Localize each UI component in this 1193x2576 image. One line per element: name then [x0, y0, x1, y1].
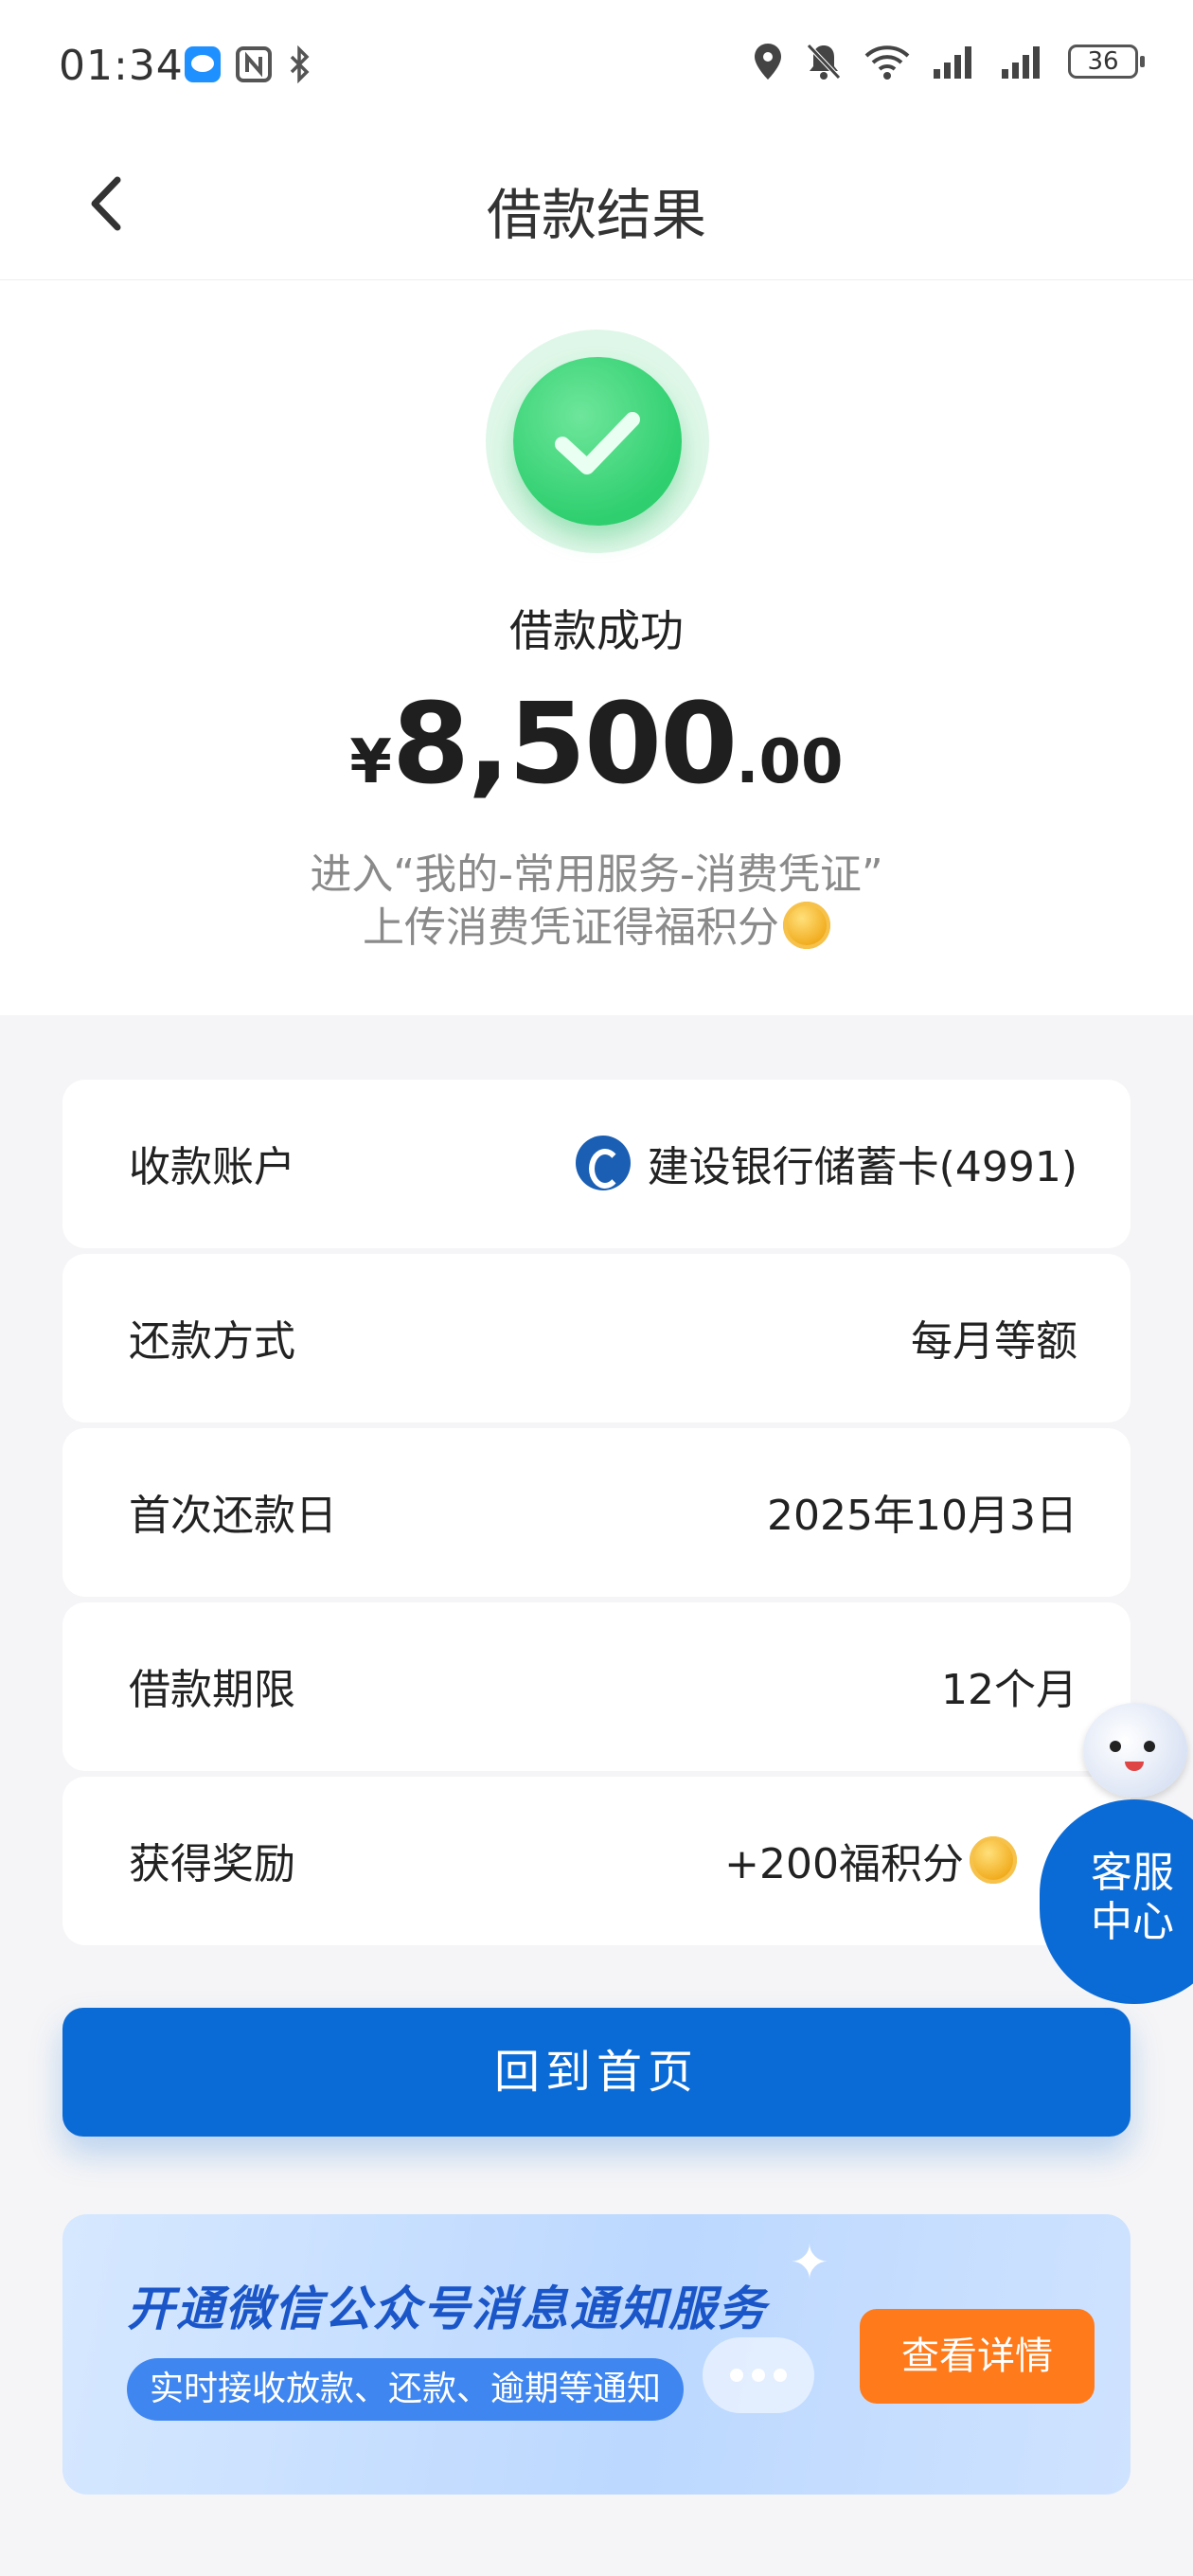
sparkle-icon: ✦ [790, 2235, 829, 2290]
coin-icon [970, 1836, 1017, 1884]
success-check-icon [513, 357, 682, 526]
wifi-icon [864, 45, 910, 80]
row-label: 获得奖励 [129, 1840, 295, 1888]
tip-line-1: 进入“我的-常用服务-消费凭证” [310, 850, 883, 899]
nav-header: 借款结果 [0, 133, 1193, 280]
signal-icon-2 [1002, 46, 1040, 79]
nfc-icon [236, 46, 272, 82]
account-value: 建设银行储蓄卡(4991) [647, 1143, 1077, 1191]
row-value: +200福积分 [724, 1830, 1017, 1890]
status-bar: 01:34 36 [0, 0, 1193, 133]
first-repayment-date-value: 2025年10月3日 [767, 1492, 1077, 1540]
back-to-home-button[interactable]: 回到首页 [62, 2008, 1131, 2137]
voucher-tip: 进入“我的-常用服务-消费凭证” 上传消费凭证得福积分 [0, 849, 1193, 955]
row-receiving-account: 收款账户 建设银行储蓄卡(4991) [62, 1080, 1131, 1248]
wechat-notify-banner[interactable]: ✦ 开通微信公众号消息通知服务 实时接收放款、还款、逾期等通知 查看详情 [62, 2214, 1131, 2495]
row-value: 2025年10月3日 [767, 1481, 1077, 1542]
result-status: 借款成功 [509, 605, 684, 656]
row-value: 12个月 [941, 1655, 1077, 1716]
view-details-button[interactable]: 查看详情 [860, 2309, 1095, 2404]
mute-bell-icon [807, 44, 841, 80]
customer-service-label: 客服 中心 [1091, 1849, 1174, 1947]
currency-symbol: ¥ [349, 727, 392, 797]
banner-title: 开通微信公众号消息通知服务 [127, 2281, 767, 2336]
row-value: 每月等额 [911, 1307, 1077, 1368]
status-time: 01:34 [59, 42, 184, 90]
row-repayment-method: 还款方式 每月等额 [62, 1254, 1131, 1422]
banner-subtitle: 实时接收放款、还款、逾期等通知 [127, 2358, 685, 2421]
chat-bubble-icon [703, 2337, 814, 2413]
cs-line-1: 客服 [1091, 1849, 1174, 1897]
row-value: 建设银行储蓄卡(4991) [575, 1133, 1077, 1193]
result-hero: 借款成功 ¥8,500.00 进入“我的-常用服务-消费凭证” 上传消费凭证得福… [0, 280, 1193, 1015]
amount-decimal: .00 [736, 727, 844, 797]
loan-term-value: 12个月 [941, 1666, 1077, 1714]
status-right-icons: 36 [752, 42, 1145, 81]
cs-line-2: 中心 [1091, 1898, 1174, 1946]
tip-line-2: 上传消费凭证得福积分 [363, 903, 779, 952]
row-first-repayment-date: 首次还款日 2025年10月3日 [62, 1428, 1131, 1597]
row-reward[interactable]: 获得奖励 +200福积分 [62, 1777, 1131, 1945]
loan-details: 收款账户 建设银行储蓄卡(4991) 还款方式 每月等额 首次还款日 2025年… [62, 1080, 1131, 1951]
battery-icon: 36 [1068, 45, 1145, 79]
row-loan-term: 借款期限 12个月 [62, 1602, 1131, 1771]
loan-amount: ¥8,500.00 [0, 678, 1193, 809]
signal-icon-1 [934, 46, 971, 79]
amount-integer: 8,500 [391, 678, 738, 809]
status-left-icons [184, 45, 314, 83]
tip-line-2-wrap: 上传消费凭证得福积分 [0, 902, 1193, 955]
row-label: 借款期限 [129, 1666, 295, 1714]
location-icon [755, 44, 781, 80]
row-label: 收款账户 [129, 1143, 295, 1191]
ccb-bank-logo-icon [575, 1136, 631, 1190]
message-app-icon [185, 46, 221, 82]
robot-mascot-icon[interactable] [1083, 1703, 1187, 1798]
bluetooth-icon [290, 45, 310, 83]
row-label: 首次还款日 [129, 1492, 337, 1540]
reward-value: +200福积分 [724, 1840, 964, 1888]
repayment-method-value: 每月等额 [911, 1317, 1077, 1366]
coin-icon [783, 902, 830, 949]
row-label: 还款方式 [129, 1317, 295, 1366]
page-title: 借款结果 [486, 183, 706, 247]
